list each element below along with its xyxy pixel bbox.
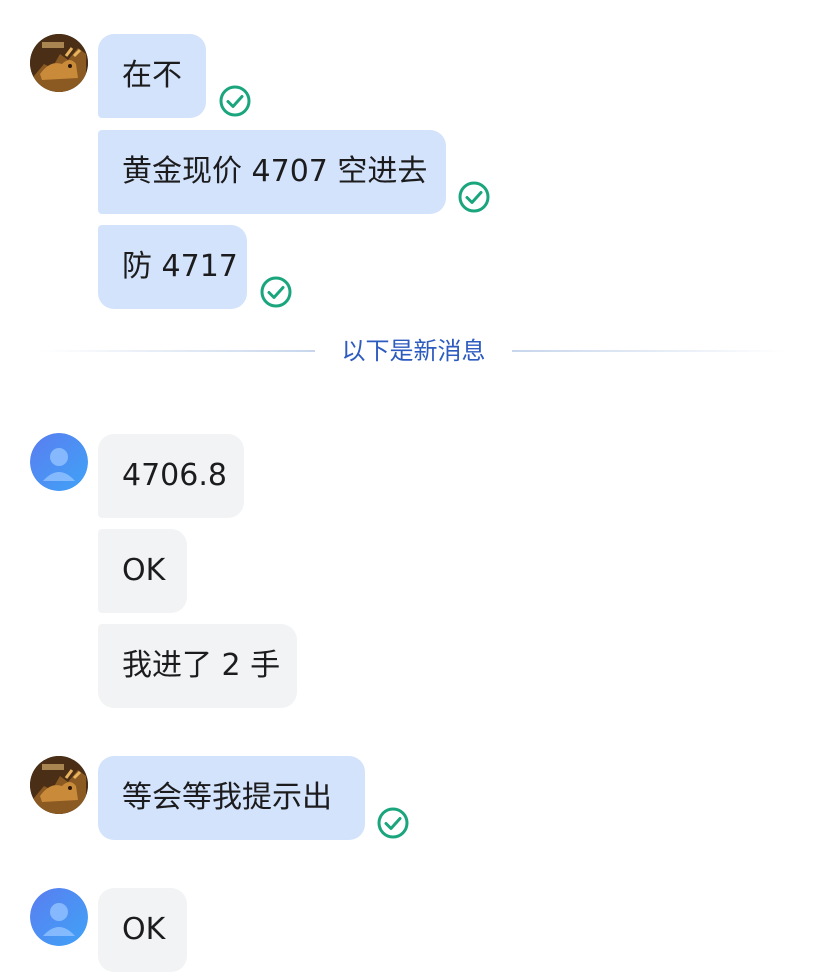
message-bubble[interactable]: 在不: [98, 34, 206, 118]
message-bubble[interactable]: OK: [98, 888, 187, 972]
message-bubble[interactable]: 等会等我提示出: [98, 756, 365, 840]
divider-line: [40, 350, 315, 352]
message-text: 在不: [122, 58, 182, 93]
message-bubble[interactable]: 我进了 2 手: [98, 624, 297, 708]
new-messages-divider: 以下是新消息: [0, 333, 828, 369]
message-bubble[interactable]: OK: [98, 529, 187, 613]
message-bubble[interactable]: 黄金现价 4707 空进去: [98, 130, 446, 214]
bull-avatar[interactable]: [30, 756, 88, 814]
divider-line: [512, 350, 787, 352]
check-circle-icon: [457, 180, 491, 214]
check-circle-icon: [259, 275, 293, 309]
new-messages-label: 以下是新消息: [341, 337, 486, 365]
message-bubble[interactable]: 4706.8: [98, 434, 244, 518]
user-avatar[interactable]: [30, 433, 88, 491]
message-text: OK: [122, 912, 166, 947]
message-text: 我进了 2 手: [122, 648, 281, 683]
message-bubble[interactable]: 防 4717: [98, 225, 247, 309]
bull-avatar[interactable]: [30, 34, 88, 92]
message-text: OK: [122, 553, 166, 588]
check-circle-icon: [376, 806, 410, 840]
check-circle-icon: [218, 84, 252, 118]
message-text: 黄金现价 4707 空进去: [122, 154, 428, 189]
message-text: 防 4717: [122, 249, 238, 284]
message-text: 等会等我提示出: [122, 780, 332, 815]
user-avatar[interactable]: [30, 888, 88, 946]
message-text: 4706.8: [122, 458, 227, 493]
